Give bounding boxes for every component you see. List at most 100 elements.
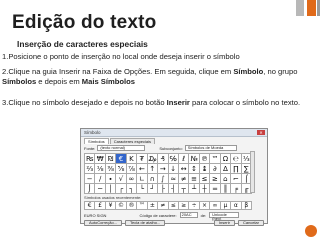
symbol-cell[interactable]: ═	[210, 184, 221, 194]
char-code-input[interactable]: 20AC	[179, 212, 198, 218]
symbol-cell[interactable]: ║	[220, 184, 232, 194]
dialog-title: Símbolo	[84, 130, 101, 135]
code-label: Código de caractere:	[139, 212, 177, 218]
symbol-cell[interactable]: ┤	[168, 184, 179, 194]
symbol-cell[interactable]: ─	[95, 184, 106, 194]
symbol-cell[interactable]: ℅	[168, 154, 179, 164]
symbol-cell[interactable]: K	[126, 154, 138, 164]
font-select[interactable]: (texto normal)	[97, 145, 146, 151]
symbol-cell[interactable]: ℮	[231, 154, 242, 164]
symbol-cell[interactable]: ┘	[147, 184, 159, 194]
symbol-cell[interactable]: ≤	[199, 174, 211, 184]
symbol-cell[interactable]: ⅝	[116, 164, 127, 174]
symbol-cell[interactable]: ↨	[199, 164, 211, 174]
symbol-cell[interactable]: ∞	[126, 174, 138, 184]
recent-symbol-cell[interactable]: ®	[126, 202, 138, 210]
symbol-cell[interactable]: ├	[158, 184, 169, 194]
symbol-cell[interactable]: │	[105, 184, 117, 194]
symbol-cell[interactable]: ℗	[199, 154, 211, 164]
tab-symbols[interactable]: Símbolos	[84, 138, 109, 144]
symbol-cell[interactable]: ⌡	[85, 184, 96, 194]
symbol-cell[interactable]: ⌂	[220, 174, 232, 184]
symbol-cell[interactable]: ┌	[116, 184, 127, 194]
symbol-cell[interactable]: ↕	[189, 164, 200, 174]
step-1: 1.Posicione o ponto de inserção no local…	[2, 52, 240, 61]
symbol-cell[interactable]: ↑	[147, 164, 159, 174]
symbol-cell[interactable]: ∙	[105, 174, 117, 184]
recent-symbol-cell[interactable]: β	[241, 202, 252, 210]
recent-symbol-cell[interactable]: ≤	[168, 202, 179, 210]
recent-symbol-cell[interactable]: ≠	[158, 202, 169, 210]
subset-select[interactable]: Símbolos de Moeda	[184, 145, 237, 151]
symbol-cell[interactable]: №	[189, 154, 200, 164]
recent-symbol-cell[interactable]: ×	[199, 202, 211, 210]
symbol-cell[interactable]: ™	[210, 154, 221, 164]
symbol-cell[interactable]: ┴	[189, 184, 200, 194]
symbol-cell[interactable]: ┼	[199, 184, 211, 194]
step-2: 2.Clique na guia Inserir na Faixa de Opç…	[2, 67, 298, 86]
symbol-cell[interactable]: ←	[137, 164, 148, 174]
symbol-cell[interactable]: ∩	[147, 174, 159, 184]
shortcut-key-button[interactable]: Tecla de atalho...	[125, 220, 166, 226]
recent-label: Símbolos usados recentemente:	[84, 195, 142, 200]
recent-symbol-cell[interactable]: ±	[147, 202, 159, 210]
symbol-cell[interactable]: ∟	[137, 174, 148, 184]
symbol-cell[interactable]: ┐	[126, 184, 138, 194]
grid-scrollbar[interactable]	[250, 151, 255, 193]
recent-symbol-cell[interactable]: €	[85, 202, 96, 210]
recent-symbol-cell[interactable]: µ	[220, 202, 232, 210]
recent-symbol-cell[interactable]: ÷	[189, 202, 200, 210]
symbol-cell[interactable]: €	[116, 154, 127, 164]
symbol-cell[interactable]: ≈	[168, 174, 179, 184]
symbol-cell[interactable]: −	[85, 174, 96, 184]
insert-button[interactable]: Inserir	[213, 220, 235, 226]
autocorrect-button[interactable]: AutoCorreção...	[84, 220, 123, 226]
symbol-cell[interactable]: ∕	[95, 174, 106, 184]
subset-label: Subconjunto:	[159, 145, 183, 151]
symbol-cell[interactable]: ≡	[189, 174, 200, 184]
symbol-cell[interactable]: √	[116, 174, 127, 184]
symbol-cell[interactable]: ⅛	[95, 164, 106, 174]
char-name: EURO SIGN	[84, 212, 107, 218]
cancel-button[interactable]: Cancelar	[237, 220, 264, 226]
symbol-cell[interactable]: ┬	[178, 184, 190, 194]
symbol-cell[interactable]: ∫	[158, 174, 169, 184]
symbol-cell[interactable]: ₩	[95, 154, 106, 164]
symbol-cell[interactable]: ↓	[168, 164, 179, 174]
symbol-cell[interactable]: └	[137, 184, 148, 194]
symbol-cell[interactable]: ⅜	[105, 164, 117, 174]
recent-symbol-cell[interactable]: £	[95, 202, 106, 210]
page-number-badge	[305, 225, 317, 237]
symbol-cell[interactable]: ⅞	[126, 164, 138, 174]
symbol-cell[interactable]: →	[158, 164, 169, 174]
recent-symbol-cell[interactable]: ™	[137, 202, 148, 210]
symbol-cell[interactable]: ⌐	[231, 174, 242, 184]
recent-symbol-cell[interactable]: ≥	[178, 202, 190, 210]
symbol-cell[interactable]: ≥	[210, 174, 221, 184]
symbol-cell[interactable]: ↔	[178, 164, 190, 174]
tab-special-characters[interactable]: Caracteres especiais	[109, 138, 156, 144]
symbol-cell[interactable]: ∆	[220, 164, 232, 174]
recent-symbol-cell[interactable]: ©	[116, 202, 127, 210]
recent-symbol-cell[interactable]: ¥	[105, 202, 117, 210]
symbol-cell[interactable]: ₨	[85, 154, 96, 164]
symbol-cell[interactable]: ∂	[210, 164, 221, 174]
symbol-cell[interactable]: ₮	[137, 154, 148, 164]
symbol-cell[interactable]: ∏	[231, 164, 242, 174]
symbol-cell[interactable]: Ω	[220, 154, 232, 164]
symbol-cell[interactable]: ₰	[158, 154, 169, 164]
symbol-cell[interactable]: ₯	[147, 154, 159, 164]
font-label: Fonte:	[84, 145, 96, 151]
symbol-cell[interactable]: ≠	[178, 174, 190, 184]
symbol-cell[interactable]: ₪	[105, 154, 117, 164]
recent-symbols-grid: € £ ¥ © ® ™ ± ≠ ≤ ≥ ÷ × ∞ µ α β	[84, 201, 252, 210]
symbol-cell[interactable]: ╒	[231, 184, 242, 194]
from-select[interactable]: Unicode (hex)	[209, 212, 240, 221]
close-icon[interactable]: ✕	[257, 130, 265, 135]
from-label: de:	[200, 212, 207, 218]
symbol-cell[interactable]: ℓ	[178, 154, 190, 164]
recent-symbol-cell[interactable]: α	[231, 202, 242, 210]
symbol-dialog-screenshot: Símbolo ✕ Símbolos Caracteres especiais …	[80, 128, 268, 226]
symbol-cell[interactable]: ⅔	[85, 164, 96, 174]
recent-symbol-cell[interactable]: ∞	[210, 202, 221, 210]
